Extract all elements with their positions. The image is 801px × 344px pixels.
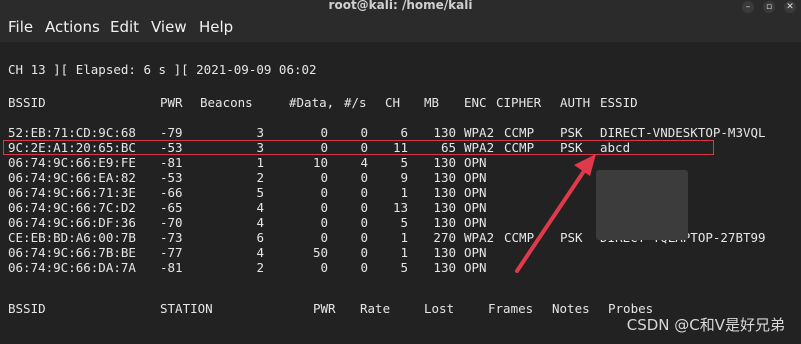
access-point-row: 06:74:9C:66:7B:BE -77 4 50 0 1 130 OPN bbox=[8, 245, 798, 260]
ap-enc-cell: OPN bbox=[464, 185, 487, 200]
header-beacons: Beacons bbox=[200, 95, 253, 110]
ap-bssid-cell: 06:74:9C:66:EA:82 bbox=[8, 170, 136, 185]
ap-enc-cell: OPN bbox=[464, 200, 487, 215]
ap-beacons-cell: 2 bbox=[256, 260, 264, 275]
ap-cipher-cell: CCMP bbox=[504, 125, 535, 140]
station-header-rate: Rate bbox=[360, 301, 391, 316]
header-pwr: PWR bbox=[160, 95, 183, 110]
station-header-notes: Notes bbox=[552, 301, 590, 316]
ap-enc-cell: WPA2 bbox=[464, 230, 495, 245]
csdn-watermark: CSDN @C和V是好兄弟 bbox=[626, 316, 785, 334]
ap-beacons-cell: 4 bbox=[256, 200, 264, 215]
ap-beacons-cell: 4 bbox=[256, 245, 264, 260]
ap-bssid-cell: 06:74:9C:66:7C:D2 bbox=[8, 200, 136, 215]
access-point-row: 06:74:9C:66:DA:7A -81 2 0 0 5 130 OPN bbox=[8, 260, 798, 275]
ap-pwr-cell: -65 bbox=[160, 200, 183, 215]
access-point-row: 06:74:9C:66:E9:FE -81 1 10 4 5 130 OPN bbox=[8, 155, 798, 170]
station-header-frames: Frames bbox=[488, 301, 534, 316]
ap-beacons-cell: 6 bbox=[256, 230, 264, 245]
menu-bar: File Actions Edit View Help bbox=[0, 14, 801, 42]
ap-mb-cell: 130 bbox=[433, 215, 456, 230]
ap-mb-cell: 270 bbox=[433, 230, 456, 245]
ap-essid-cell: DIRECT-VNDESKTOP-M3VQL bbox=[600, 125, 766, 140]
menu-help[interactable]: Help bbox=[199, 18, 233, 36]
ap-bssid-cell: 06:74:9C:66:7B:BE bbox=[8, 245, 136, 260]
minimize-icon[interactable]: – bbox=[742, 1, 754, 13]
ap-bssid-cell: CE:EB:BD:A6:00:7B bbox=[8, 230, 136, 245]
ap-pwr-cell: -70 bbox=[160, 215, 183, 230]
ap-enc-cell: OPN bbox=[464, 245, 487, 260]
station-header-station: STATION bbox=[160, 301, 213, 316]
ap-enc-cell: OPN bbox=[464, 155, 487, 170]
ap-pwr-cell: -77 bbox=[160, 245, 183, 260]
header-bssid: BSSID bbox=[8, 95, 46, 110]
highlight-box bbox=[3, 140, 714, 155]
redaction-scribble bbox=[596, 170, 688, 240]
ap-cipher-cell: CCMP bbox=[504, 230, 535, 245]
window-title: root@kali: /home/kali bbox=[328, 0, 473, 12]
ap-pwr-cell: -73 bbox=[160, 230, 183, 245]
menu-edit[interactable]: Edit bbox=[110, 18, 139, 36]
ap-beacons-cell: 1 bbox=[256, 155, 264, 170]
ap-beacons-cell: 4 bbox=[256, 215, 264, 230]
ap-enc-cell: WPA2 bbox=[464, 125, 495, 140]
ap-bssid-cell: 52:EB:71:CD:9C:68 bbox=[8, 125, 136, 140]
ap-auth-cell: PSK bbox=[560, 125, 583, 140]
menu-file[interactable]: File bbox=[8, 18, 33, 36]
header-cipher: CIPHER bbox=[496, 95, 542, 110]
menu-view[interactable]: View bbox=[151, 18, 187, 36]
ap-pwr-cell: -53 bbox=[160, 170, 183, 185]
title-bar: root@kali: /home/kali – ▫ ✕ bbox=[0, 0, 801, 14]
station-header-lost: Lost bbox=[424, 301, 455, 316]
maximize-icon[interactable]: ▫ bbox=[763, 1, 775, 13]
ap-bssid-cell: 06:74:9C:66:71:3E bbox=[8, 185, 136, 200]
access-point-row: 52:EB:71:CD:9C:68 -79 3 0 0 6 130 WPA2 CCMP PSK DI… bbox=[8, 125, 798, 140]
header-enc: ENC bbox=[464, 95, 487, 110]
ap-pwr-cell: -79 bbox=[160, 125, 183, 140]
ap-enc-cell: OPN bbox=[464, 260, 487, 275]
ap-mb-cell: 130 bbox=[433, 185, 456, 200]
station-header-pwr: PWR bbox=[313, 301, 336, 316]
ap-mb-cell: 130 bbox=[433, 155, 456, 170]
ap-bssid-cell: 06:74:9C:66:DA:7A bbox=[8, 260, 136, 275]
ap-auth-cell: PSK bbox=[560, 230, 583, 245]
ap-mb-cell: 130 bbox=[433, 170, 456, 185]
header-auth: AUTH bbox=[560, 95, 591, 110]
ap-beacons-cell: 3 bbox=[256, 125, 264, 140]
ap-mb-cell: 130 bbox=[433, 245, 456, 260]
ap-pwr-cell: -81 bbox=[160, 155, 183, 170]
status-line: CH 13 ][ Elapsed: 6 s ][ 2021-09-09 06:0… bbox=[8, 62, 317, 77]
header-mb: MB bbox=[424, 95, 440, 110]
ap-pwr-cell: -66 bbox=[160, 185, 183, 200]
header-data: #Data, bbox=[289, 95, 335, 110]
ap-beacons-cell: 2 bbox=[256, 170, 264, 185]
station-header-bssid: BSSID bbox=[8, 301, 46, 316]
terminal-window: root@kali: /home/kali – ▫ ✕ File Actions… bbox=[0, 0, 801, 344]
ap-enc-cell: OPN bbox=[464, 215, 487, 230]
ap-mb-cell: 130 bbox=[433, 200, 456, 215]
header-rate: #/s bbox=[344, 95, 367, 110]
ap-enc-cell: OPN bbox=[464, 170, 487, 185]
ap-mb-cell: 130 bbox=[433, 125, 456, 140]
header-essid: ESSID bbox=[600, 95, 638, 110]
menu-actions[interactable]: Actions bbox=[45, 18, 100, 36]
ap-mb-cell: 130 bbox=[433, 260, 456, 275]
ap-pwr-cell: -81 bbox=[160, 260, 183, 275]
ap-bssid-cell: 06:74:9C:66:E9:FE bbox=[8, 155, 136, 170]
header-ch: CH bbox=[385, 95, 401, 110]
close-icon[interactable]: ✕ bbox=[784, 1, 796, 13]
ap-header-row: BSSID PWR Beacons #Data, #/s CH MB ENC C… bbox=[8, 95, 798, 110]
ap-bssid-cell: 06:74:9C:66:DF:36 bbox=[8, 215, 136, 230]
ap-beacons-cell: 5 bbox=[256, 185, 264, 200]
